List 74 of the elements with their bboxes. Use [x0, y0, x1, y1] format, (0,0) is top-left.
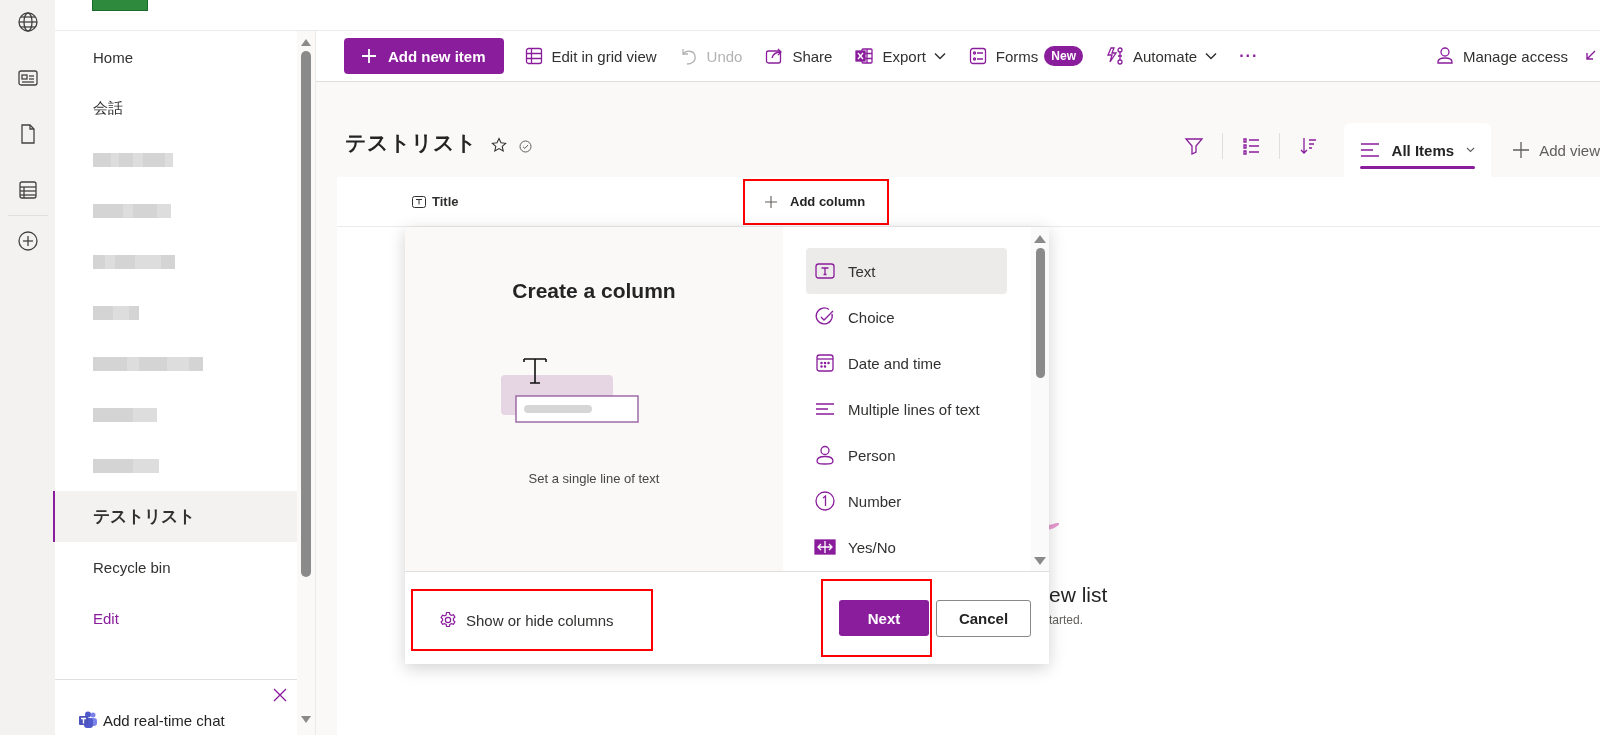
toolbar-button[interactable]: Automate	[1105, 46, 1218, 66]
add-column-button[interactable]: Add column	[765, 194, 866, 209]
table-icon[interactable]	[16, 179, 39, 201]
next-button[interactable]: Next	[839, 600, 929, 636]
column-type-option[interactable]: Multiple lines of text	[806, 386, 1007, 432]
globe-icon[interactable]	[16, 11, 39, 33]
add-new-item-button[interactable]: Add new item	[344, 38, 504, 74]
scrollbar-thumb[interactable]	[1035, 248, 1045, 378]
nav-item[interactable]: テストリスト	[53, 491, 297, 542]
toolbar-button[interactable]: Share	[764, 46, 833, 66]
plus-icon	[765, 195, 777, 208]
check-circle-icon[interactable]	[519, 140, 532, 153]
scroll-up-icon[interactable]	[1034, 235, 1046, 243]
arrow-icon[interactable]	[1584, 49, 1596, 63]
manage-access-button[interactable]: Manage access	[1434, 46, 1568, 66]
dialog-description: Set a single line of text	[528, 471, 660, 486]
flow-icon	[1105, 46, 1125, 66]
redacted-text	[93, 458, 159, 473]
scroll-up-icon[interactable]	[301, 39, 311, 46]
calendar-icon	[814, 352, 836, 374]
add-icon[interactable]	[16, 230, 39, 252]
column-type-option[interactable]: Yes/No	[806, 524, 1007, 570]
person-icon	[1434, 46, 1455, 66]
arrows-icon	[814, 536, 836, 558]
spreadsheet-icon	[854, 46, 875, 66]
column-type-option[interactable]: Date and time	[806, 340, 1007, 386]
text-field-icon	[412, 195, 426, 208]
settings-icon	[439, 611, 457, 629]
star-icon[interactable]	[491, 137, 507, 153]
column-type-option[interactable]: Text	[806, 248, 1007, 294]
redacted-text	[93, 407, 157, 422]
cancel-button[interactable]: Cancel	[936, 599, 1031, 637]
scrollbar-thumb[interactable]	[301, 51, 311, 577]
list-icon[interactable]	[1240, 136, 1261, 156]
chevron-down-icon	[933, 52, 946, 60]
toolbar-button[interactable]: Forms New	[967, 46, 1083, 66]
new-badge: New	[1044, 46, 1083, 66]
redacted-text	[93, 305, 139, 320]
list-title: テストリスト	[345, 130, 477, 156]
plus-icon	[362, 49, 376, 63]
check-circle-icon	[814, 306, 836, 328]
filter-icon[interactable]	[1183, 136, 1204, 156]
toolbar-button[interactable]: Edit in grid view	[523, 46, 657, 66]
form-icon	[967, 46, 988, 66]
toolbar-button[interactable]: Export	[854, 46, 946, 66]
nav-item[interactable]: Recycle bin	[53, 542, 297, 593]
column-type-option[interactable]: Person	[806, 432, 1007, 478]
news-icon[interactable]	[16, 67, 39, 89]
lines-icon	[1359, 142, 1380, 158]
grid-icon	[523, 46, 544, 66]
close-icon[interactable]	[273, 688, 287, 702]
column-type-option[interactable]: Number	[806, 478, 1007, 524]
empty-title: ew list	[1049, 583, 1108, 607]
chevron-down-icon	[1466, 147, 1476, 153]
column-header[interactable]: Title	[412, 194, 743, 209]
view-tab[interactable]: All Items	[1343, 123, 1492, 177]
scroll-down-icon[interactable]	[301, 716, 311, 723]
number-icon	[814, 490, 836, 512]
plus-icon	[1513, 142, 1530, 158]
nav-item[interactable]: Home	[53, 32, 297, 83]
add-view-button[interactable]: Add view	[1505, 123, 1600, 177]
teams-icon	[78, 711, 98, 729]
empty-subtitle: tarted.	[1049, 613, 1085, 627]
edit-link[interactable]: Edit	[53, 593, 297, 644]
scroll-down-icon[interactable]	[1034, 557, 1046, 565]
dialog-title: Create a column	[512, 279, 676, 303]
person-icon	[814, 444, 836, 466]
text-icon	[814, 260, 836, 282]
column-type-option[interactable]: Choice	[806, 294, 1007, 340]
more-button[interactable]: ···	[1239, 47, 1259, 65]
show-hide-columns-link[interactable]: Show or hide columns	[439, 611, 614, 629]
chevron-down-icon	[1205, 52, 1218, 60]
chat-label[interactable]: Add real-time chat	[103, 712, 225, 729]
nav-item[interactable]: 会話	[53, 83, 297, 134]
